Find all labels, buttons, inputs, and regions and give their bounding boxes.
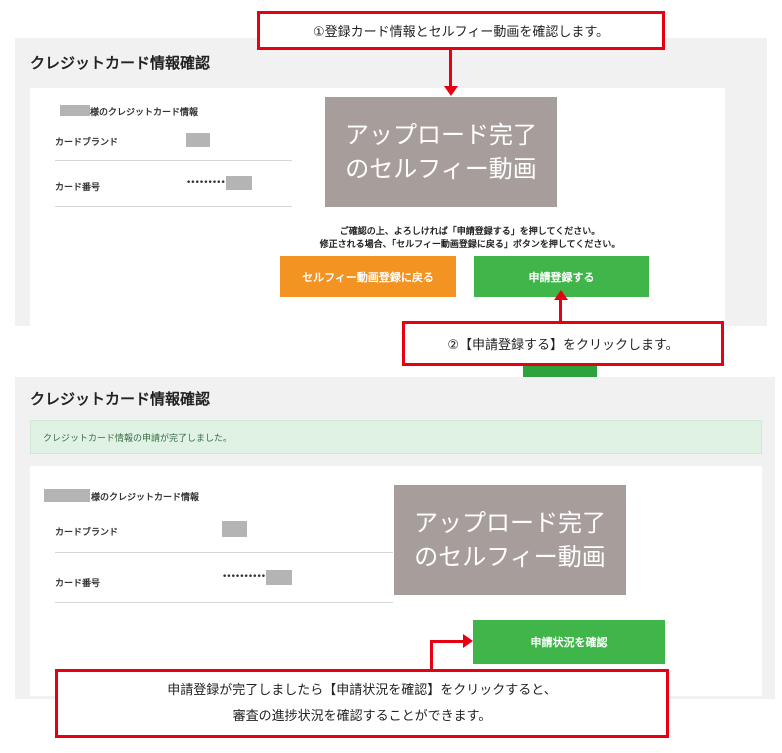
screen1-card-number-label: カード番号 <box>55 183 101 193</box>
screen1-card-number-last-digits <box>226 176 252 190</box>
screen1-divider-1 <box>55 160 292 161</box>
screen2-selfie-video-thumbnail: アップロード完了 のセルフィー動画 <box>394 485 626 595</box>
screen2-card-brand-value <box>222 521 247 537</box>
callout-step2-arrowhead <box>554 290 568 300</box>
back-to-selfie-button[interactable]: セルフィー動画登録に戻る <box>280 256 456 297</box>
screen1-page-title: クレジットカード情報確認 <box>30 54 211 72</box>
callout-step1-connector <box>449 50 452 88</box>
screen2-divider-2 <box>55 602 393 603</box>
callout-step3-arrowhead <box>463 634 473 648</box>
screen1-notice-line1: ご確認の上、よろしければ「申請登録する」を押してください。 <box>339 227 601 237</box>
screen2-page-title: クレジットカード情報確認 <box>30 390 211 408</box>
check-application-status-button[interactable]: 申請状況を確認 <box>473 620 665 664</box>
screen1-notice: ご確認の上、よろしければ「申請登録する」を押してください。 修正される場合、「セ… <box>280 226 660 252</box>
screen1-holder-label: 様のクレジットカード情報 <box>90 108 199 118</box>
screen1-video-line1: アップロード完了 <box>345 121 537 149</box>
callout-step2-connector <box>559 300 562 322</box>
screen1-divider-2 <box>55 206 292 207</box>
screen2-holder-name-redacted <box>44 489 90 502</box>
screen2-success-message: クレジットカード情報の申請が完了しました。 <box>30 420 762 454</box>
screen2-holder-label: 様のクレジットカード情報 <box>91 493 200 503</box>
screen2-video-line1: アップロード完了 <box>414 509 606 537</box>
callout-step1: ①登録カード情報とセルフィー動画を確認します。 <box>257 11 665 50</box>
callout-step3-line2: 審査の進捗状況を確認することができます。 <box>232 708 492 724</box>
screen1-notice-line2: 修正される場合、「セルフィー動画登録に戻る」ボタンを押してください。 <box>319 240 621 250</box>
screen2-card-brand-label: カードブランド <box>55 528 119 538</box>
screen2-card-number-mask: ••••••••••• <box>222 572 270 582</box>
screen2-card-number-last-digits <box>266 570 292 585</box>
screen2-card-number-label: カード番号 <box>55 579 101 589</box>
screen2-divider-1 <box>55 552 393 553</box>
callout-step3-connector-horizontal <box>430 640 464 643</box>
callout-step1-arrowhead <box>444 86 458 96</box>
screen1-card-brand-label: カードブランド <box>55 138 119 148</box>
screen1-card-brand-value <box>186 133 210 147</box>
screen1-video-line2: のセルフィー動画 <box>345 155 537 183</box>
screen1-holder-name-redacted <box>60 105 90 116</box>
screen2-video-line2: のセルフィー動画 <box>414 543 606 571</box>
callout-step3: 申請登録が完了しましたら【申請状況を確認】をクリックすると、 審査の進捗状況を確… <box>55 669 669 738</box>
callout-step3-line1: 申請登録が完了しましたら【申請状況を確認】をクリックすると、 <box>167 682 557 698</box>
callout-step3-connector-vertical <box>430 640 433 670</box>
callout-step2: ②【申請登録する】をクリックします。 <box>402 321 724 366</box>
screen1-selfie-video-thumbnail: アップロード完了 のセルフィー動画 <box>325 97 557 207</box>
